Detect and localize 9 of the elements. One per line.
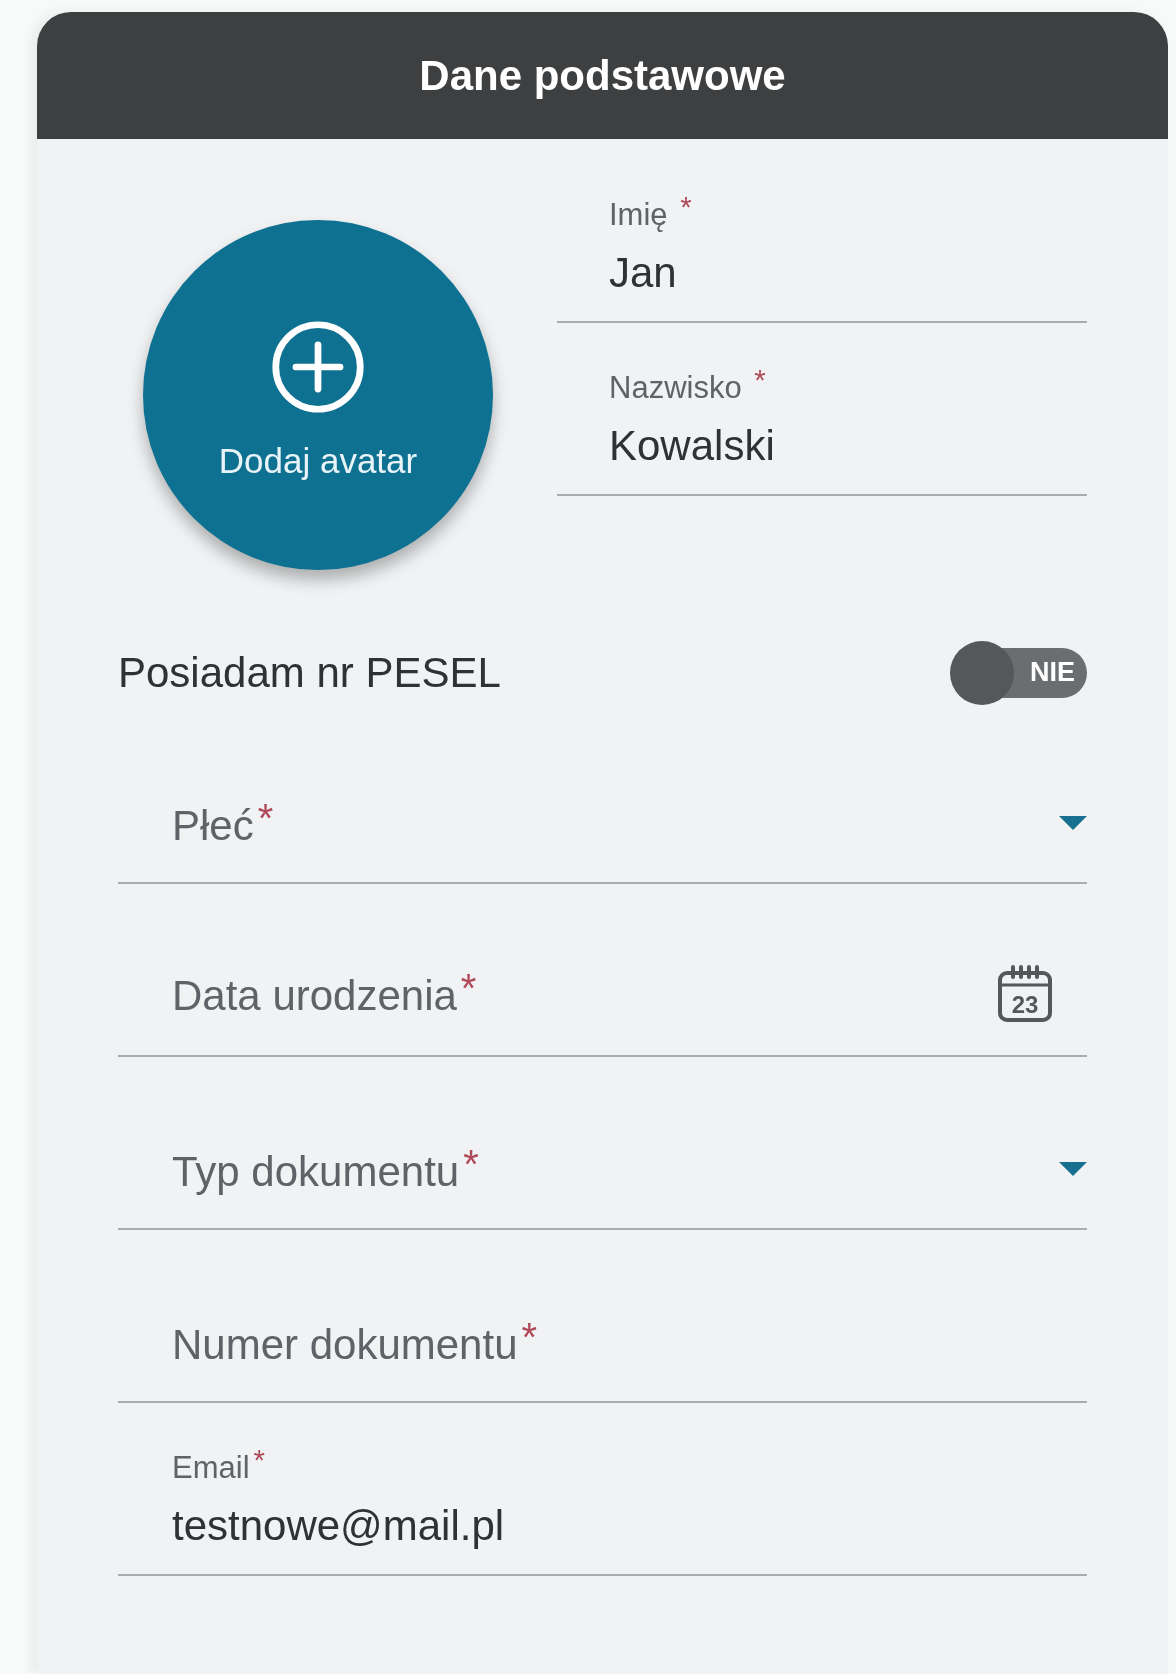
field-value: testnowe@mail.pl — [172, 1502, 506, 1550]
plus-circle-icon — [270, 319, 366, 415]
pesel-label: Posiadam nr PESEL — [118, 648, 501, 697]
card-title: Dane podstawowe — [419, 51, 786, 100]
dropdown-caret-icon[interactable] — [1059, 816, 1087, 830]
add-avatar-button[interactable]: Dodaj avatar — [143, 220, 493, 570]
field-value: Kowalski — [609, 422, 776, 470]
field-value: Jan — [609, 249, 678, 297]
dropdown-caret-icon[interactable] — [1059, 1162, 1087, 1176]
